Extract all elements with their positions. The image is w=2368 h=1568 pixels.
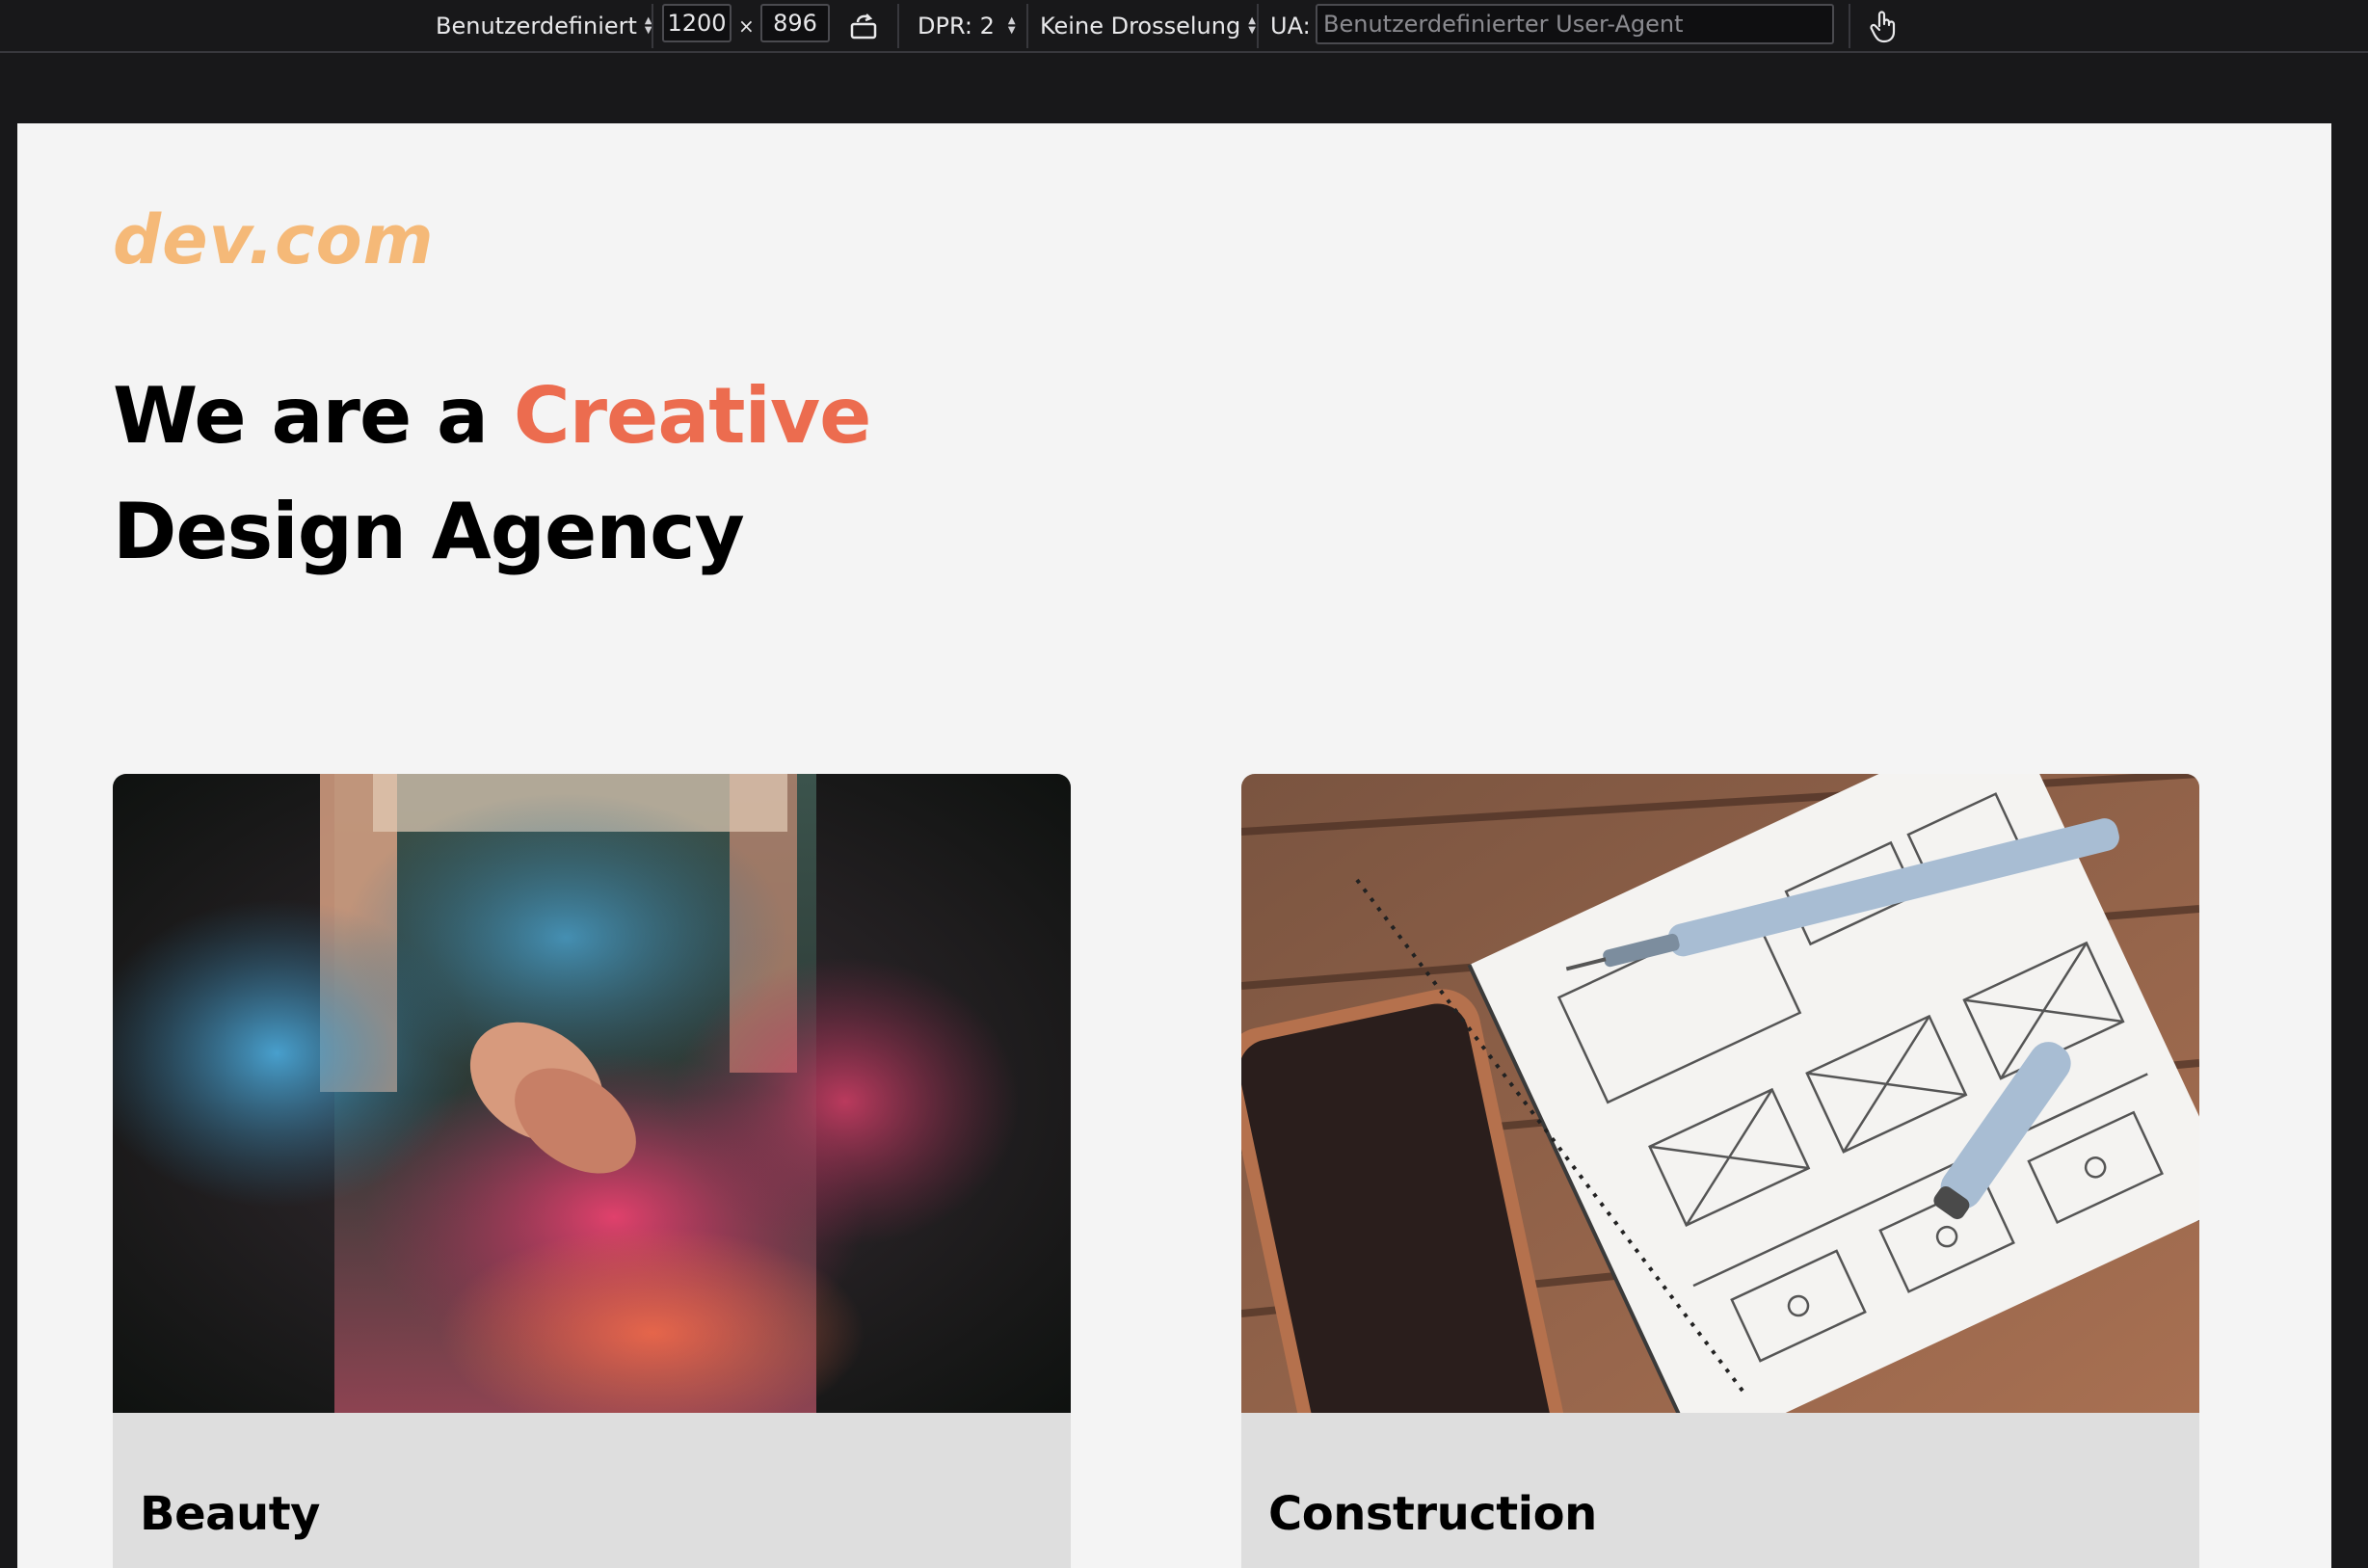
throttling-selector[interactable]: Keine Drosselung ▲ ▼: [1040, 0, 1256, 51]
rotate-icon: [850, 13, 877, 39]
throttling-label: Keine Drosselung: [1040, 12, 1241, 40]
device-selector[interactable]: Benutzerdefiniert ▲ ▼: [436, 0, 652, 51]
touch-hand-icon: [1870, 10, 1896, 42]
divider: [1257, 4, 1259, 48]
viewport-width-input[interactable]: 1200: [662, 4, 732, 42]
times-separator: ×: [738, 0, 755, 51]
dpr-label: DPR: 2: [918, 12, 995, 40]
rotate-button[interactable]: [848, 0, 879, 51]
site-logo[interactable]: dev.com: [113, 200, 435, 279]
construction-photo: [1241, 774, 2199, 1413]
user-agent-label: UA:: [1270, 0, 1311, 51]
divider: [897, 4, 899, 48]
divider: [1026, 4, 1028, 48]
user-agent-input[interactable]: Benutzerdefinierter User-Agent: [1316, 4, 1834, 44]
card-title: Beauty: [140, 1487, 320, 1541]
headline-part1: We are a: [113, 371, 514, 461]
hero-headline: We are a Creative Design Agency: [113, 359, 871, 590]
times-symbol: ×: [738, 13, 755, 38]
updown-arrows-icon: ▲ ▼: [1007, 14, 1016, 36]
card-title: Construction: [1268, 1487, 1597, 1541]
beauty-photo: [113, 774, 1071, 1413]
page-viewport: dev.com We are a Creative Design Agency: [17, 123, 2331, 1568]
user-agent-placeholder: Benutzerdefinierter User-Agent: [1323, 11, 1684, 38]
headline-accent: Creative: [513, 371, 871, 461]
touch-simulation-button[interactable]: [1869, 0, 1898, 51]
divider: [1849, 4, 1850, 48]
viewport-height-value: 896: [773, 10, 817, 37]
headline-line2: Design Agency: [113, 487, 745, 576]
service-card-construction[interactable]: Construction: [1241, 774, 2199, 1568]
dpr-selector[interactable]: DPR: 2 ▲ ▼: [918, 0, 1016, 51]
ua-label-text: UA:: [1270, 12, 1311, 40]
device-selector-label: Benutzerdefiniert: [436, 12, 637, 40]
viewport-height-input[interactable]: 896: [760, 4, 830, 42]
updown-arrows-icon: ▲ ▼: [1248, 14, 1256, 36]
divider: [652, 4, 653, 48]
viewport-width-value: 1200: [667, 10, 727, 37]
responsive-toolbar: Benutzerdefiniert ▲ ▼ 1200 × 896 DPR: 2 ▲…: [0, 0, 2368, 53]
service-card-beauty[interactable]: Beauty: [113, 774, 1071, 1568]
